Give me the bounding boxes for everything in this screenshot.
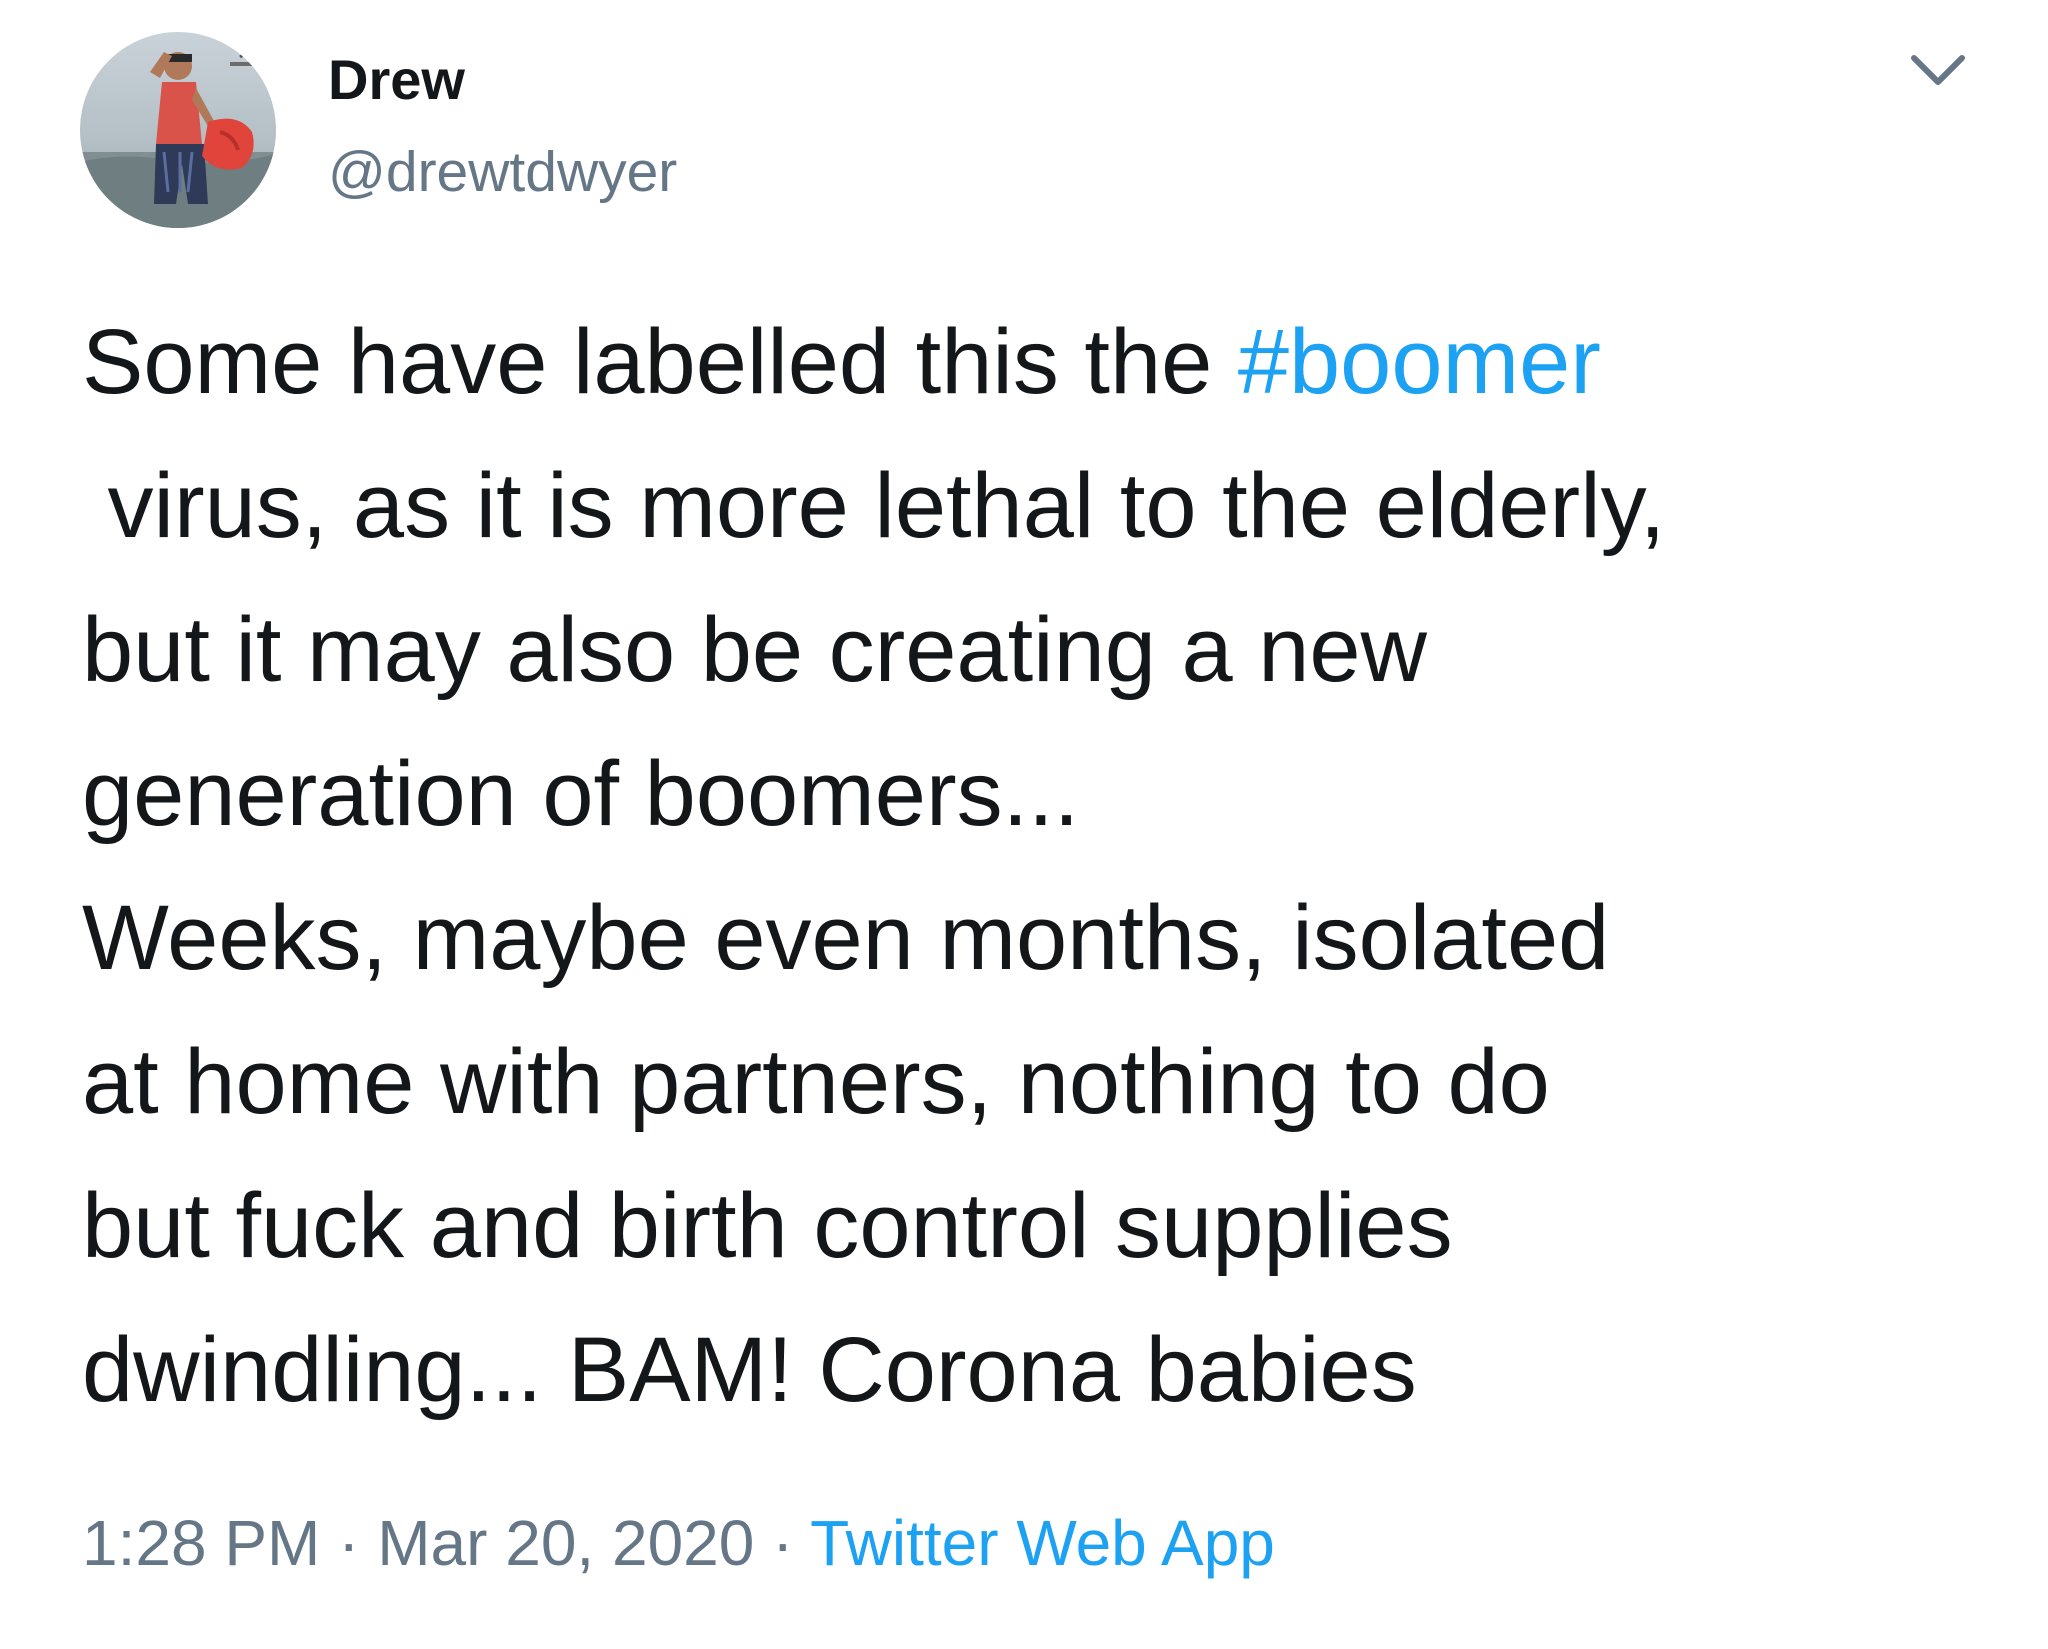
tweet-text-line: Weeks, maybe even months, isolated [82,887,1610,989]
hashtag-link[interactable]: #boomer [1238,311,1601,413]
tweet-text-line: but fuck and birth control supplies [82,1175,1453,1277]
tweet-source-link[interactable]: Twitter Web App [810,1507,1275,1579]
separator-dot: · [754,1507,811,1579]
tweet-text-line: dwindling... BAM! Corona babies [82,1319,1417,1421]
tweet-text-segment: Some have labelled this the [82,311,1238,413]
tweet-metadata: 1:28 PM · Mar 20, 2020 · Twitter Web App [82,1498,1275,1588]
tweet: Drew @drewtdwyer Some have labelled this… [0,0,2048,1649]
tweet-text-line: generation of boomers... [82,743,1080,845]
chevron-down-icon[interactable] [1906,46,1970,98]
author-name[interactable]: Drew [328,44,465,116]
tweet-text-line: but it may also be creating a new [82,599,1427,701]
tweet-date[interactable]: Mar 20, 2020 [377,1507,754,1579]
tweet-text: Some have labelled this the #boomer viru… [82,290,2022,1442]
tweet-text-line: Some have labelled this the #boomer [82,290,2022,434]
author-handle[interactable]: @drewtdwyer [328,136,677,208]
avatar-photo [80,32,276,228]
tweet-text-line: virus, as it is more lethal to the elder… [82,455,1666,557]
separator-dot: · [320,1507,378,1579]
tweet-time[interactable]: 1:28 PM [82,1507,320,1579]
tweet-text-line: at home with partners, nothing to do [82,1031,1550,1133]
author-avatar[interactable] [80,32,276,228]
